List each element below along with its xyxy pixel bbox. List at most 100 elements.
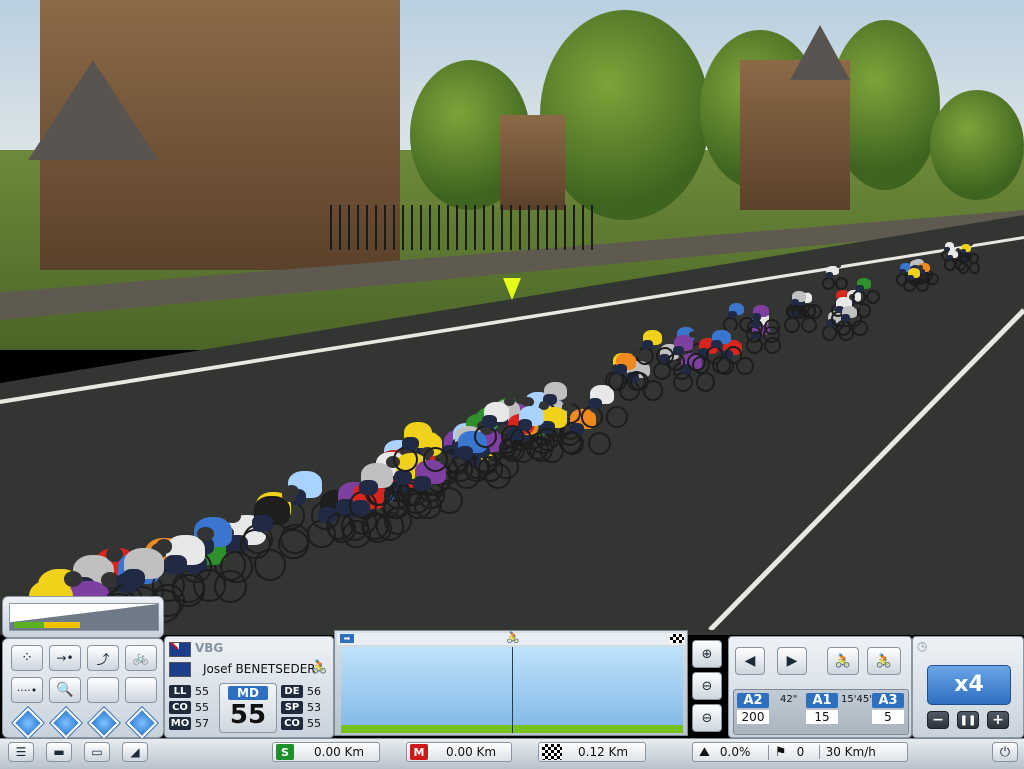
slope-icon: ⛰ [699, 744, 710, 760]
next-camera-button[interactable]: ▶ [777, 647, 807, 675]
main-stat-value: 55 [229, 700, 267, 730]
cyclist[interactable] [509, 397, 559, 451]
bike-wheel [724, 346, 743, 364]
route-position-line [512, 647, 513, 733]
zoom-rider-button[interactable]: 🔍 [49, 677, 81, 703]
sound-icon[interactable]: ◢ [122, 742, 148, 762]
cyclist[interactable] [957, 240, 980, 265]
bike-wheel [608, 371, 628, 392]
cyclist[interactable] [705, 323, 743, 364]
bike-wheel [834, 276, 848, 290]
order-diamond-icon[interactable] [126, 707, 158, 739]
cyclist[interactable] [821, 261, 848, 290]
follow-button[interactable]: ····• [11, 677, 43, 703]
route-profile-graph[interactable] [341, 647, 683, 733]
cyclist[interactable] [835, 300, 868, 336]
zoom-reset-button[interactable]: ⊖ [692, 704, 722, 732]
zoom-out-button[interactable]: ⊖ [692, 672, 722, 700]
slope-value: 0.0% [719, 745, 751, 759]
bike-wheel [193, 569, 226, 603]
terrain-info: ⛰ 0.0% ⚑ 0 30 Km/h [692, 742, 908, 762]
sprint-button[interactable]: 🚲 [125, 645, 157, 671]
pause-button[interactable]: ❚❚ [957, 711, 979, 729]
cyclist[interactable] [608, 346, 650, 392]
speed-multiplier-display[interactable]: x4 [927, 665, 1011, 705]
rider-position-icon: 🚴 [506, 631, 520, 644]
empty-action-button[interactable] [87, 677, 119, 703]
stat-value: 56 [307, 685, 321, 698]
australia-flag-icon [169, 662, 191, 677]
bike-wheel [801, 303, 817, 319]
effort-fill-green [14, 622, 44, 628]
window-icon[interactable]: ▭ [84, 742, 110, 762]
faster-button[interactable]: + [987, 711, 1009, 729]
stopwatch-icon: ◷ [917, 639, 928, 653]
view-group-button[interactable]: 🚴 [867, 647, 901, 675]
finish-distance-value: 0.12 Km [578, 745, 629, 759]
flag-icon: ⚑ [767, 744, 787, 760]
cyclist[interactable] [666, 328, 706, 372]
group-a1[interactable]: A1 15 [806, 693, 838, 731]
cyclist-shorts [251, 515, 273, 533]
cyclist[interactable] [393, 411, 449, 473]
order-diamond-icon[interactable] [88, 707, 120, 739]
australia-flag-icon [169, 642, 191, 657]
cyclist[interactable] [786, 286, 817, 319]
route-profile-panel: ➡ 🚴 [334, 630, 688, 736]
cyclist[interactable] [746, 299, 780, 335]
cyclist-helmet [562, 377, 573, 386]
bike-wheel [393, 447, 419, 473]
rider-profile-icon[interactable]: 🚴 [311, 660, 327, 675]
bike-wheel [916, 279, 930, 293]
cyclist-shorts [840, 314, 850, 322]
climb-button[interactable]: ⤴ [87, 645, 119, 671]
bike-wheel [536, 428, 559, 451]
stats-right: DE 56 SP 53 CO 55 [281, 685, 329, 730]
cyclist-helmet [561, 401, 573, 412]
cyclist[interactable] [851, 273, 881, 305]
prev-camera-button[interactable]: ◀ [735, 647, 765, 675]
bike-wheel [673, 372, 693, 392]
cyclist-helmet [726, 326, 735, 333]
power-icon[interactable]: ⏻ [992, 742, 1018, 762]
slower-button[interactable]: − [927, 711, 949, 729]
stat-key: MO [169, 717, 191, 730]
empty-action-button[interactable] [125, 677, 157, 703]
bike-wheel [587, 431, 611, 455]
mountain-icon: M [410, 744, 428, 760]
stat-key: DE [281, 685, 303, 698]
zoom-in-button[interactable]: ⊕ [692, 640, 722, 668]
stat-value: 53 [307, 701, 321, 714]
bike-wheel [852, 320, 868, 336]
cyclist-shorts [517, 419, 533, 432]
main-stat-key: MD [228, 686, 268, 700]
order-diamond-icon[interactable] [12, 707, 44, 739]
cyclist[interactable] [903, 263, 930, 293]
stat-key: SP [281, 701, 303, 714]
group-a3[interactable]: A3 5 [872, 693, 904, 731]
cyclist-helmet [969, 241, 974, 246]
cyclist-helmet [658, 326, 667, 334]
cyclist-shorts [614, 364, 627, 375]
mountain-distance: M 0.00 Km [406, 742, 512, 762]
list-icon[interactable]: ☰ [8, 742, 34, 762]
rider-info-panel: VBG Josef BENETSEDER 🚴 LL 55 CO 55 MO 57 MD… [164, 636, 334, 738]
mountain-distance-value: 0.00 Km [446, 745, 497, 759]
attack-button[interactable]: →• [49, 645, 81, 671]
rider-name: Josef BENETSEDER [203, 662, 316, 676]
cyclist-helmet [927, 260, 933, 265]
cyclist-helmet [836, 263, 842, 268]
group-a2[interactable]: A2 200 [737, 693, 769, 731]
order-diamond-icon[interactable] [50, 707, 82, 739]
cyclist-helmet [197, 526, 214, 541]
cyclist-helmet [917, 265, 923, 270]
peloton-button[interactable]: ⁘ [11, 645, 43, 671]
view-rider-button[interactable]: 🚴 [827, 647, 859, 675]
effort-meter[interactable] [9, 603, 159, 631]
folder-icon[interactable]: ▬ [46, 742, 72, 762]
cyclist-helmet [803, 288, 810, 294]
selected-rider-marker[interactable] [503, 278, 521, 300]
team-code: VBG [195, 641, 224, 655]
cyclist-helmet [689, 331, 698, 339]
bike-wheel [348, 491, 377, 520]
